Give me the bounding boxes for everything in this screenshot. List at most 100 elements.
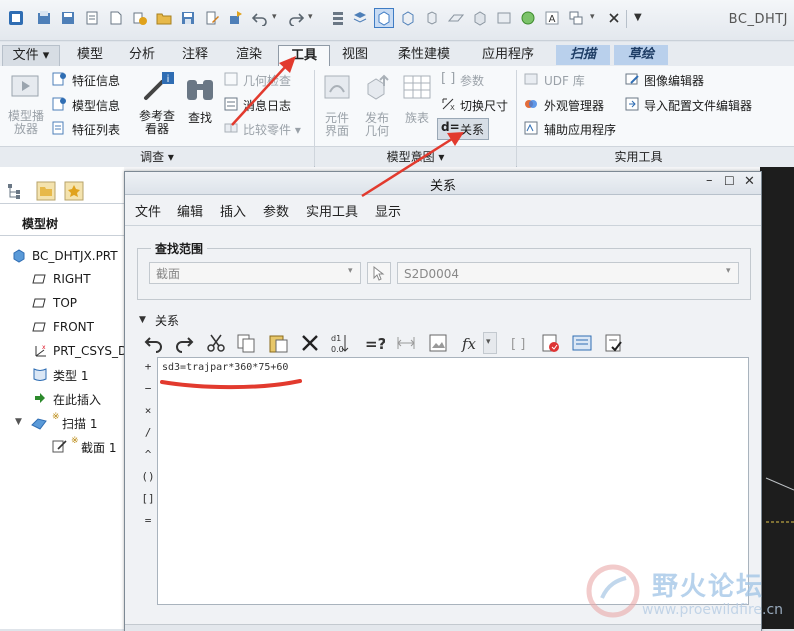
model-player-button[interactable]: 模型播 放器: [4, 110, 48, 136]
undo-icon[interactable]: [252, 10, 268, 26]
regen-stack-icon[interactable]: [330, 10, 346, 26]
maximize-icon[interactable]: ☐: [724, 174, 735, 188]
tab-model[interactable]: 模型: [64, 45, 116, 65]
model-tree-tab-icon[interactable]: [6, 182, 24, 200]
component-interface-button[interactable]: 元件 界面: [318, 112, 356, 138]
axis-display-icon[interactable]: [496, 10, 512, 26]
minimize-icon[interactable]: –: [706, 173, 713, 188]
tab-annotate[interactable]: 注释: [168, 45, 222, 65]
udf-library-button[interactable]: UDF 库: [544, 72, 585, 89]
tree-item-part[interactable]: BC_DHTJX.PRT: [32, 249, 118, 263]
parameters-button[interactable]: 参数: [460, 72, 484, 89]
compare-parts-button[interactable]: 比较零件 ▾: [243, 121, 301, 138]
new-file-icon[interactable]: [36, 10, 52, 26]
component-interface-icon[interactable]: [322, 72, 352, 102]
tab-sketch[interactable]: 草绘: [614, 45, 668, 65]
save-disk-icon[interactable]: [180, 10, 196, 26]
operator-minus[interactable]: −: [141, 382, 155, 395]
box-display-icon[interactable]: [472, 10, 488, 26]
menu-parameters[interactable]: 参数: [263, 201, 289, 220]
tab-flexible-modeling[interactable]: 柔性建模: [384, 45, 464, 65]
hidden-line-icon[interactable]: [424, 10, 440, 26]
operator-multiply[interactable]: ×: [141, 404, 155, 417]
geometry-check-button[interactable]: 几何检查: [243, 72, 291, 89]
chevron-down-icon[interactable]: ▾: [348, 266, 353, 276]
blank-page-icon[interactable]: [108, 10, 124, 26]
copy-icon[interactable]: [235, 332, 257, 354]
find-button[interactable]: 查找: [184, 112, 216, 125]
operator-power[interactable]: ^: [141, 448, 155, 461]
evaluate-icon[interactable]: =?: [363, 332, 385, 354]
windows-dropdown-icon[interactable]: ▾: [590, 12, 595, 22]
function-dropdown-button[interactable]: ▾: [483, 332, 497, 354]
family-table-icon[interactable]: [402, 74, 432, 102]
redo-icon[interactable]: [288, 10, 304, 26]
group-label-investigate[interactable]: 调查 ▾: [0, 146, 314, 167]
app-menu-icon[interactable]: [8, 10, 24, 26]
redo-icon[interactable]: [173, 332, 195, 354]
auxiliary-apps-button[interactable]: 辅助应用程序: [544, 121, 616, 138]
tab-render[interactable]: 渲染: [222, 45, 276, 65]
tab-tools[interactable]: 工具: [278, 45, 330, 67]
document-icon[interactable]: [84, 10, 100, 26]
wireframe-cube-icon[interactable]: [400, 10, 416, 26]
close-window-icon[interactable]: [606, 10, 622, 26]
redo-dropdown-icon[interactable]: ▾: [308, 12, 313, 22]
dialog-titlebar[interactable]: 关系 – ☐ ✕: [125, 172, 761, 195]
undo-dropdown-icon[interactable]: ▾: [272, 12, 277, 22]
image-editor-button[interactable]: 图像编辑器: [644, 72, 704, 89]
dimension-icon[interactable]: [395, 332, 417, 354]
tab-file[interactable]: 文件 ▾: [2, 45, 60, 66]
switch-dimensions-button[interactable]: 切换尺寸: [460, 97, 508, 114]
open-folder-icon[interactable]: [156, 10, 172, 26]
windows-icon[interactable]: [568, 10, 584, 26]
layers-icon[interactable]: [352, 10, 368, 26]
operator-plus[interactable]: +: [141, 360, 155, 373]
tab-sweep[interactable]: 扫描: [556, 45, 610, 65]
look-in-type-select[interactable]: 截面: [149, 262, 361, 284]
execute-icon[interactable]: [603, 332, 625, 354]
operator-equals[interactable]: =: [141, 514, 155, 527]
model-player-icon[interactable]: [10, 72, 44, 102]
tab-analysis[interactable]: 分析: [116, 45, 168, 65]
relations-button[interactable]: 关系: [460, 121, 484, 138]
feature-info-button[interactable]: 特征信息: [72, 72, 120, 89]
tree-item-type[interactable]: 类型 1: [53, 367, 88, 384]
folder-browser-tab-icon[interactable]: [36, 181, 56, 201]
message-log-button[interactable]: 消息日志: [243, 97, 291, 114]
relation-text[interactable]: sd3=trajpar*360*75+60: [162, 362, 288, 373]
close-icon[interactable]: ✕: [744, 174, 755, 189]
image-icon[interactable]: [427, 332, 449, 354]
menu-insert[interactable]: 插入: [220, 201, 246, 220]
verify-icon[interactable]: [539, 332, 561, 354]
collapse-section-icon[interactable]: ▼: [139, 315, 146, 325]
shaded-view-icon[interactable]: [374, 8, 394, 28]
undo-icon[interactable]: [143, 332, 165, 354]
open-check-icon[interactable]: [132, 10, 148, 26]
select-pointer-button[interactable]: [367, 262, 391, 284]
brackets-icon[interactable]: [ ]: [507, 332, 529, 354]
import-config-editor-button[interactable]: 导入配置文件编辑器: [644, 97, 752, 114]
plane-display-icon[interactable]: [448, 10, 464, 26]
tab-applications[interactable]: 应用程序: [468, 45, 548, 65]
tree-item-top[interactable]: TOP: [53, 296, 77, 310]
tree-item-sweep[interactable]: 扫描 1: [62, 415, 97, 432]
customize-dropdown-icon[interactable]: ▼: [634, 12, 642, 23]
tree-item-section[interactable]: 截面 1: [81, 439, 116, 456]
menu-display[interactable]: 显示: [375, 201, 401, 220]
tree-item-right[interactable]: RIGHT: [53, 272, 91, 286]
annotation-display-icon[interactable]: A: [544, 10, 560, 26]
page-pencil-icon[interactable]: [204, 10, 220, 26]
expand-toggle-icon[interactable]: ▼: [15, 417, 22, 427]
menu-utilities[interactable]: 实用工具: [306, 201, 358, 220]
tree-item-front[interactable]: FRONT: [53, 320, 94, 334]
menu-edit[interactable]: 编辑: [177, 201, 203, 220]
operator-divide[interactable]: /: [141, 426, 155, 439]
point-display-icon[interactable]: [520, 10, 536, 26]
graphics-area-dark[interactable]: [760, 167, 794, 629]
reference-viewer-icon[interactable]: i: [140, 70, 176, 106]
chevron-down-icon[interactable]: ▾: [726, 266, 731, 276]
menu-file[interactable]: 文件: [135, 201, 161, 220]
tab-view[interactable]: 视图: [330, 45, 380, 65]
tree-item-insert-here[interactable]: 在此插入: [53, 391, 101, 408]
